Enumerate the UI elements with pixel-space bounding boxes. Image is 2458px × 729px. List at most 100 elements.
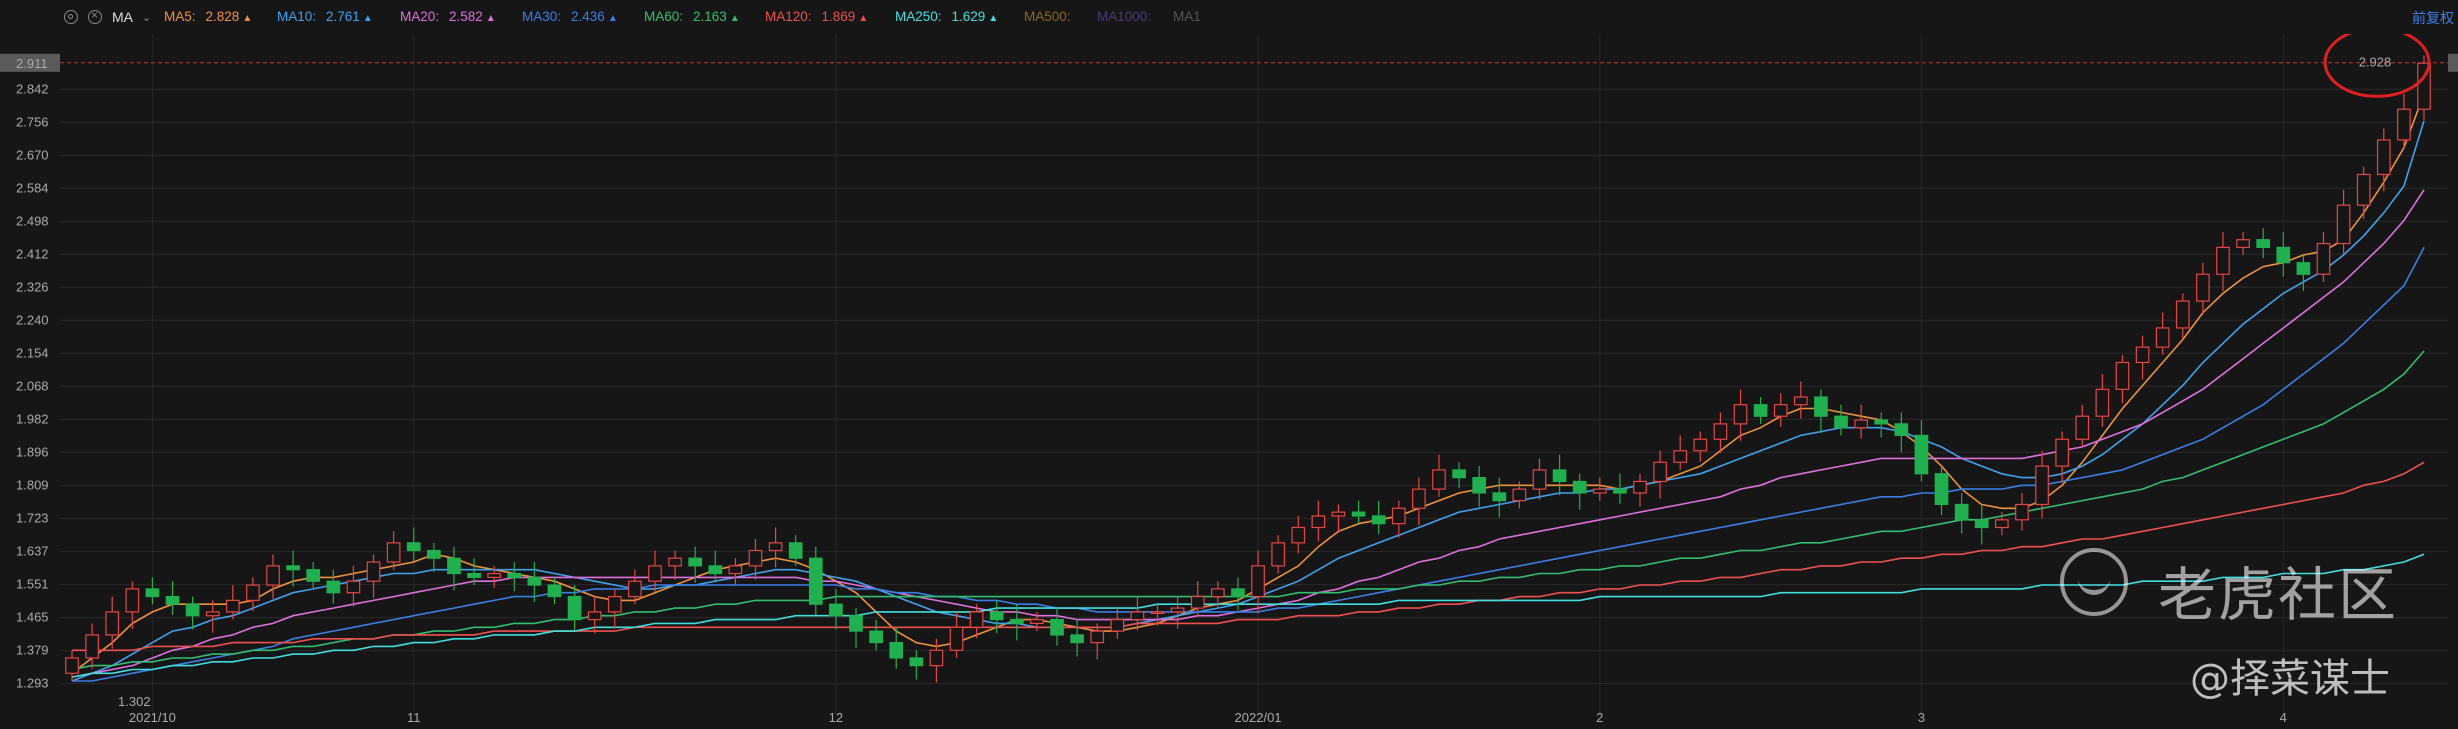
ma-legend-item[interactable]: MA1 (1173, 9, 1201, 24)
candle (467, 572, 481, 578)
candle (1894, 423, 1909, 436)
candle (829, 603, 843, 617)
y-tick-label: 2.412 (16, 246, 49, 261)
high-price-label: 2.928 (2359, 54, 2392, 69)
ma-legend-value: 1.869 (821, 9, 856, 24)
tiger-logo-icon (2060, 548, 2128, 616)
y-tick-label: 1.465 (16, 610, 49, 625)
current-price-label: 2.911 (16, 56, 48, 71)
y-axis: 2.842 2.756 2.670 2.584 2.498 2.412 2.326 2.240… (16, 81, 49, 690)
ma-legend-item[interactable]: MA30: 2.436 ▲ (522, 9, 618, 24)
ma-legend-item[interactable]: MA20: 2.582 ▲ (400, 9, 496, 24)
ma-legend-item[interactable]: MA1000: (1097, 9, 1151, 24)
candle (1954, 503, 1969, 521)
candle (65, 657, 79, 674)
candle (889, 642, 904, 659)
candle (607, 595, 622, 613)
ma-legend-item[interactable]: MA500: (1024, 9, 1071, 24)
candle (2216, 246, 2230, 275)
ma-legend-value: 1.629 (951, 9, 986, 24)
ma-line-ma30 (72, 247, 2425, 682)
candle (1552, 469, 1567, 483)
candle (567, 595, 582, 621)
candle (225, 599, 240, 613)
candle (2397, 108, 2411, 141)
candle (2155, 327, 2170, 348)
chevron-down-icon[interactable]: ⌄ (142, 11, 151, 24)
y-tick-label: 1.551 (16, 577, 49, 592)
ma-legend-item[interactable]: MA120: 1.869 ▲ (765, 9, 868, 24)
candle (2256, 239, 2271, 248)
candle (2115, 361, 2130, 390)
candle (1753, 404, 1768, 417)
ma-legend-label: MA5: (164, 9, 196, 24)
candle (989, 611, 1004, 621)
ma-legend-label: MA1 (1173, 9, 1201, 24)
up-arrow-icon: ▲ (729, 13, 740, 24)
ma-legend-item[interactable]: MA5: 2.828 ▲ (164, 9, 252, 24)
candle (125, 588, 140, 613)
candle (1170, 607, 1185, 613)
candle (326, 580, 341, 594)
candle (1030, 618, 1044, 625)
candle (427, 549, 441, 559)
ma-legend-value: 2.582 (449, 9, 483, 24)
candle (1773, 404, 1788, 417)
adjust-mode-button[interactable]: 前复权 (2412, 8, 2454, 28)
candle (1834, 415, 1848, 429)
candle (688, 557, 703, 567)
y-tick-label: 1.293 (16, 676, 49, 691)
candle (406, 542, 421, 552)
candle (165, 595, 180, 605)
close-icon[interactable] (88, 8, 102, 24)
ma-legend-item[interactable]: MA10: 2.761 ▲ (277, 9, 373, 24)
candle (346, 580, 361, 594)
candle (2356, 173, 2371, 206)
candle (1472, 477, 1487, 494)
ma-legend-value: 2.761 (326, 9, 360, 24)
y-tick-label: 2.326 (16, 279, 49, 294)
candle (547, 584, 562, 598)
candle (1733, 404, 1748, 425)
ma-legend-item[interactable]: MA60: 2.163 ▲ (644, 9, 740, 24)
candle (1934, 473, 1949, 506)
candle (2055, 438, 2069, 467)
candle (2336, 204, 2351, 245)
gear-icon[interactable] (64, 10, 78, 24)
ma-legend-label: MA60: (644, 9, 684, 24)
candle (808, 557, 823, 605)
candlestick-chart: 2.842 2.756 2.670 2.584 2.498 2.412 2.326 2.240… (0, 34, 2458, 725)
candle (768, 542, 783, 552)
ma-legend-label: MA120: (765, 9, 812, 24)
candle (708, 565, 723, 575)
candle (929, 649, 944, 667)
up-arrow-icon: ▲ (485, 13, 496, 24)
ma-legend-label: MA500: (1024, 9, 1071, 24)
ma-legend-value: 2.828 (205, 9, 240, 24)
candle (1130, 611, 1145, 621)
candle (2175, 300, 2190, 329)
candle (628, 580, 642, 598)
candle (2095, 388, 2110, 417)
candle (1331, 511, 1346, 517)
candle (286, 565, 300, 571)
candle (1291, 526, 1306, 544)
ma-legend-label: MA20: (400, 9, 440, 24)
y-tick-label: 1.982 (16, 411, 49, 426)
low-price-label: 1.302 (118, 694, 151, 709)
candle (2296, 262, 2311, 275)
candle (487, 572, 501, 578)
x-tick-label: 3 (1918, 710, 1925, 725)
candle (145, 588, 160, 598)
candle (1492, 492, 1507, 502)
ma-legend-value: 2.163 (693, 9, 727, 24)
ma-legend-item[interactable]: MA250: 1.629 ▲ (895, 9, 998, 24)
candle (447, 557, 461, 575)
candle (788, 542, 803, 559)
up-arrow-icon: ▲ (242, 13, 253, 24)
indicator-label[interactable]: MA (112, 9, 133, 25)
candle (1452, 469, 1466, 479)
current-price-tag-right (2448, 53, 2458, 72)
watermark-brand: 老虎社区 (2158, 561, 2399, 629)
x-axis: 2021/10 11 12 2022/01 2 3 4 (129, 710, 2287, 725)
